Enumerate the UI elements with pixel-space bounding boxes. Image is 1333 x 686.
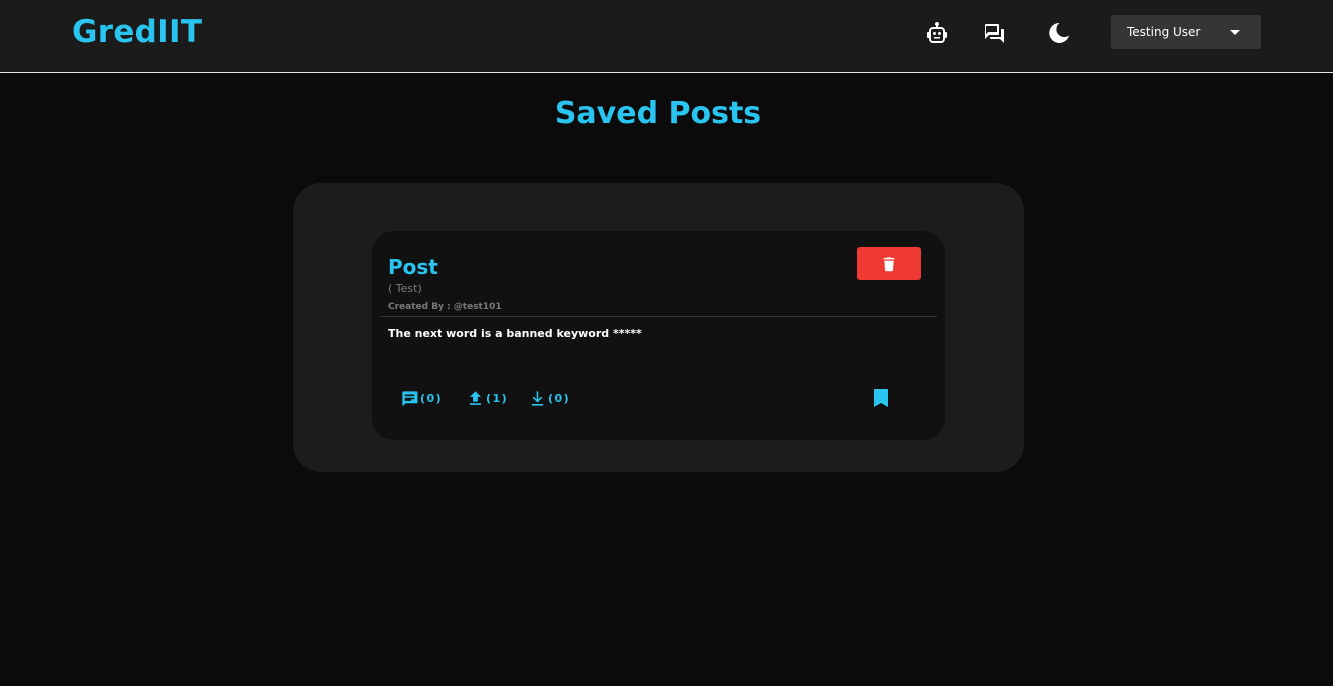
dark-mode-moon-icon[interactable] <box>1046 20 1072 46</box>
chevron-down-icon <box>1230 30 1240 35</box>
brand-logo[interactable]: GredIIT <box>72 14 202 50</box>
user-name: Testing User <box>1127 25 1201 39</box>
delete-post-button[interactable] <box>857 247 921 280</box>
post-title[interactable]: Post <box>388 255 438 279</box>
comment-icon <box>402 390 418 406</box>
user-menu-dropdown[interactable]: Testing User <box>1111 15 1261 49</box>
comments-count: (0) <box>420 391 443 405</box>
downvotes-count: (0) <box>548 391 571 405</box>
saved-posts-panel: Post ( Test) Created By : @test101 The n… <box>293 183 1024 472</box>
post-body: The next word is a banned keyword ***** <box>388 327 642 340</box>
app-header: GredIIT Testing User <box>0 0 1333 73</box>
post-tag: ( Test) <box>388 282 422 295</box>
page-title: Saved Posts <box>554 96 762 131</box>
downvote-button[interactable]: (0) <box>528 388 570 408</box>
upvotes-count: (1) <box>486 391 509 405</box>
post-author: Created By : @test101 <box>388 302 502 312</box>
download-arrow-icon <box>531 390 544 406</box>
trash-icon <box>883 256 895 271</box>
upvote-button[interactable]: (1) <box>466 388 508 408</box>
forum-icon[interactable] <box>981 20 1007 46</box>
upload-arrow-icon <box>469 390 482 405</box>
robot-icon[interactable] <box>924 20 950 46</box>
post-card: Post ( Test) Created By : @test101 The n… <box>372 231 945 440</box>
bookmark-icon[interactable] <box>873 389 889 407</box>
comments-button[interactable]: (0) <box>400 388 442 408</box>
post-divider <box>380 316 937 317</box>
